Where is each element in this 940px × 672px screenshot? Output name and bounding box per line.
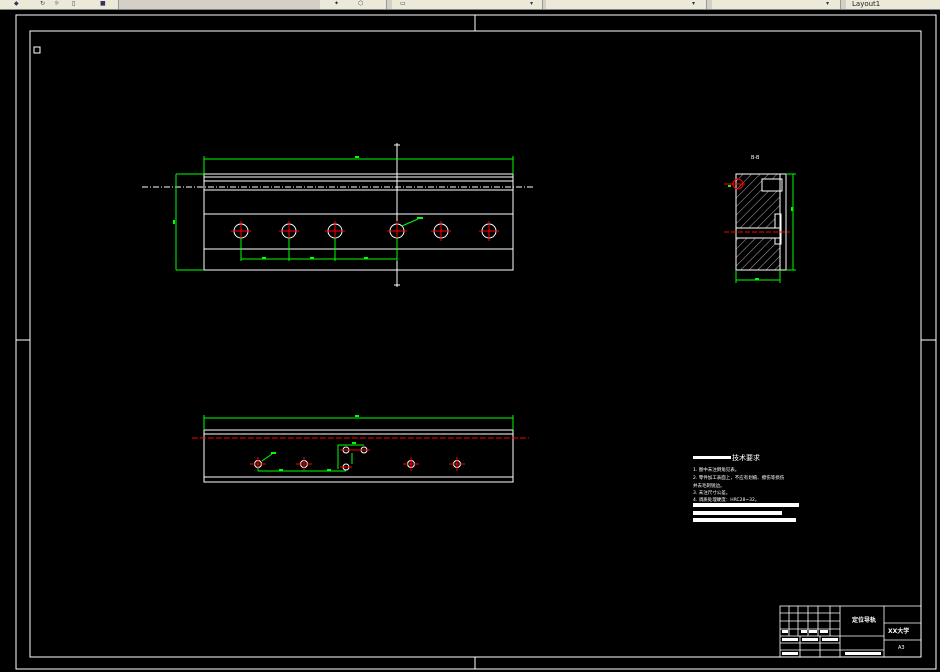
front-view-dimensions: [173, 156, 514, 271]
cad-drawing-area[interactable]: B-B 技术要求 1. 图中未注倒角见表。 2. 零件加工表面上，不应有划痕、擦…: [0, 9, 940, 672]
linetype-dropdown[interactable]: ▾: [712, 0, 841, 9]
top-view-hole-centerlines: [250, 449, 465, 471]
title-block-sheet-code: A3: [898, 645, 905, 651]
tech-note-4: 3. 未注尺寸公差。: [693, 489, 730, 496]
layer-dropdown[interactable]: ▭ ▾: [392, 0, 543, 9]
inner-sheet-border: [29, 30, 922, 658]
refresh-icon[interactable]: ↻: [40, 1, 46, 7]
section-label: B-B: [751, 155, 760, 161]
outer-sheet-border: [15, 14, 937, 670]
front-view: [142, 143, 534, 287]
layer-list-icon: ▭: [400, 0, 406, 7]
chevron-down-icon: ▾: [530, 0, 534, 7]
front-view-holes: [233, 223, 497, 239]
color-swatch-icon[interactable]: ■: [100, 1, 106, 7]
chevron-down-icon: ▾: [692, 0, 696, 7]
tech-title-bar: [693, 456, 731, 459]
tech-note-1: 1. 图中未注倒角见表。: [693, 466, 739, 473]
toolbar-segment-tools: ✦ ⬡: [320, 0, 387, 9]
title-block-filled-cells: [782, 630, 881, 655]
tech-note-2: 2. 零件加工表面上，不应有划痕、擦伤等损伤: [693, 474, 785, 481]
layer-icon[interactable]: ◆: [14, 1, 20, 7]
tech-note-block-1: [693, 503, 799, 507]
front-view-hole-centerlines: [231, 221, 499, 241]
technical-requirements: 技术要求 1. 图中未注倒角见表。 2. 零件加工表面上，不应有划痕、擦伤等损伤…: [693, 453, 799, 522]
title-block-company: XX大学: [888, 627, 909, 635]
chevron-down-icon: ▾: [826, 0, 830, 7]
tech-title: 技术要求: [732, 453, 760, 462]
front-view-outline: [203, 173, 514, 271]
title-block-part-name: 定位导轨: [851, 616, 876, 624]
toolbar-segment-standard: ◆ ↻ ☼ ▯ ■: [0, 0, 119, 9]
tech-note-3: 并去毛刺锐边。: [693, 482, 725, 489]
cube-icon[interactable]: ⬡: [358, 1, 364, 7]
top-view: [192, 415, 529, 483]
color-dropdown[interactable]: ▾: [546, 0, 707, 9]
top-view-dimensions: [203, 415, 514, 472]
layout-tab[interactable]: Layout1: [846, 0, 940, 9]
section-view: B-B: [724, 155, 796, 283]
layout-tab-label: Layout1: [852, 0, 881, 8]
sun-icon[interactable]: ☼: [54, 1, 60, 7]
tech-note-block-2: [693, 511, 782, 515]
tech-note-5: 4. 调质处理硬度：HRC28~32。: [693, 496, 759, 503]
tech-note-block-3: [693, 518, 796, 522]
zone-marks: [16, 15, 936, 669]
file-icon[interactable]: ▯: [72, 1, 78, 7]
layer-state-icon[interactable]: ✦: [334, 1, 340, 7]
ucs-icon: [33, 46, 41, 54]
